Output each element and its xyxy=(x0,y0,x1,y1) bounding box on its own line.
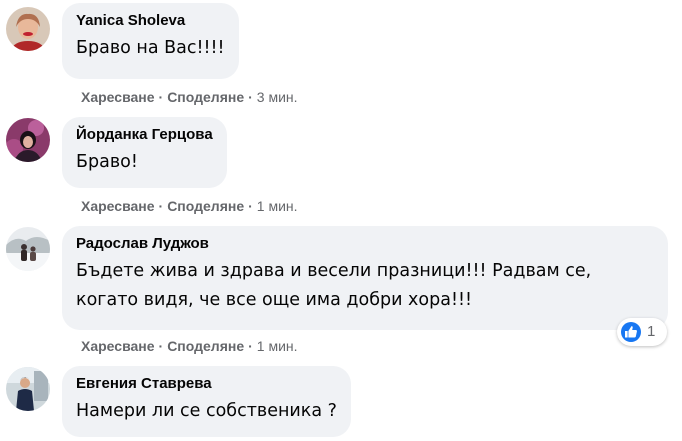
comment-author[interactable]: Йорданка Герцова xyxy=(76,125,213,145)
avatar[interactable] xyxy=(6,118,50,162)
share-link[interactable]: Споделяне xyxy=(167,198,244,214)
comment-actions: Харесване · Споделяне · 1 мин. xyxy=(81,197,298,215)
comment-timestamp[interactable]: 1 мин. xyxy=(257,338,298,354)
comment-text: Намери ли се собственика ? xyxy=(76,401,337,421)
comment-author[interactable]: Yanica Sholeva xyxy=(76,11,225,31)
separator: · xyxy=(158,89,164,105)
comment-bubble: Yanica Sholeva Браво на Вас!!!! xyxy=(62,3,239,79)
comment-actions: Харесване · Споделяне · 1 мин. xyxy=(81,337,298,355)
separator: · xyxy=(248,89,253,105)
comment-actions: Харесване · Споделяне · 3 мин. xyxy=(81,88,298,106)
separator: · xyxy=(248,198,253,214)
separator: · xyxy=(158,198,164,214)
comment-timestamp[interactable]: 3 мин. xyxy=(257,89,298,105)
reaction-badge[interactable]: 1 xyxy=(617,318,667,346)
reaction-count: 1 xyxy=(647,323,656,340)
thumbs-up-icon xyxy=(621,322,641,342)
avatar[interactable] xyxy=(6,227,50,271)
comment-author[interactable]: Радослав Луджов xyxy=(76,234,654,254)
like-link[interactable]: Харесване xyxy=(81,198,155,214)
share-link[interactable]: Споделяне xyxy=(167,89,244,105)
comment-bubble: Радослав Луджов Бъдете жива и здрава и в… xyxy=(62,226,668,330)
share-link[interactable]: Споделяне xyxy=(167,338,244,354)
comment-timestamp[interactable]: 1 мин. xyxy=(257,198,298,214)
like-link[interactable]: Харесване xyxy=(81,89,155,105)
comment-text: Браво на Вас!!!! xyxy=(76,38,225,58)
comment-bubble: Евгения Ставрева Намери ли се собственик… xyxy=(62,366,351,437)
comment-text: Браво! xyxy=(76,152,138,172)
like-link[interactable]: Харесване xyxy=(81,338,155,354)
comment-text: Бъдете жива и здрава и весели празници!!… xyxy=(76,261,592,310)
separator: · xyxy=(248,338,253,354)
comment-bubble: Йорданка Герцова Браво! xyxy=(62,117,227,188)
avatar[interactable] xyxy=(6,7,50,51)
avatar[interactable] xyxy=(6,367,50,411)
comment-author[interactable]: Евгения Ставрева xyxy=(76,374,337,394)
separator: · xyxy=(158,338,164,354)
